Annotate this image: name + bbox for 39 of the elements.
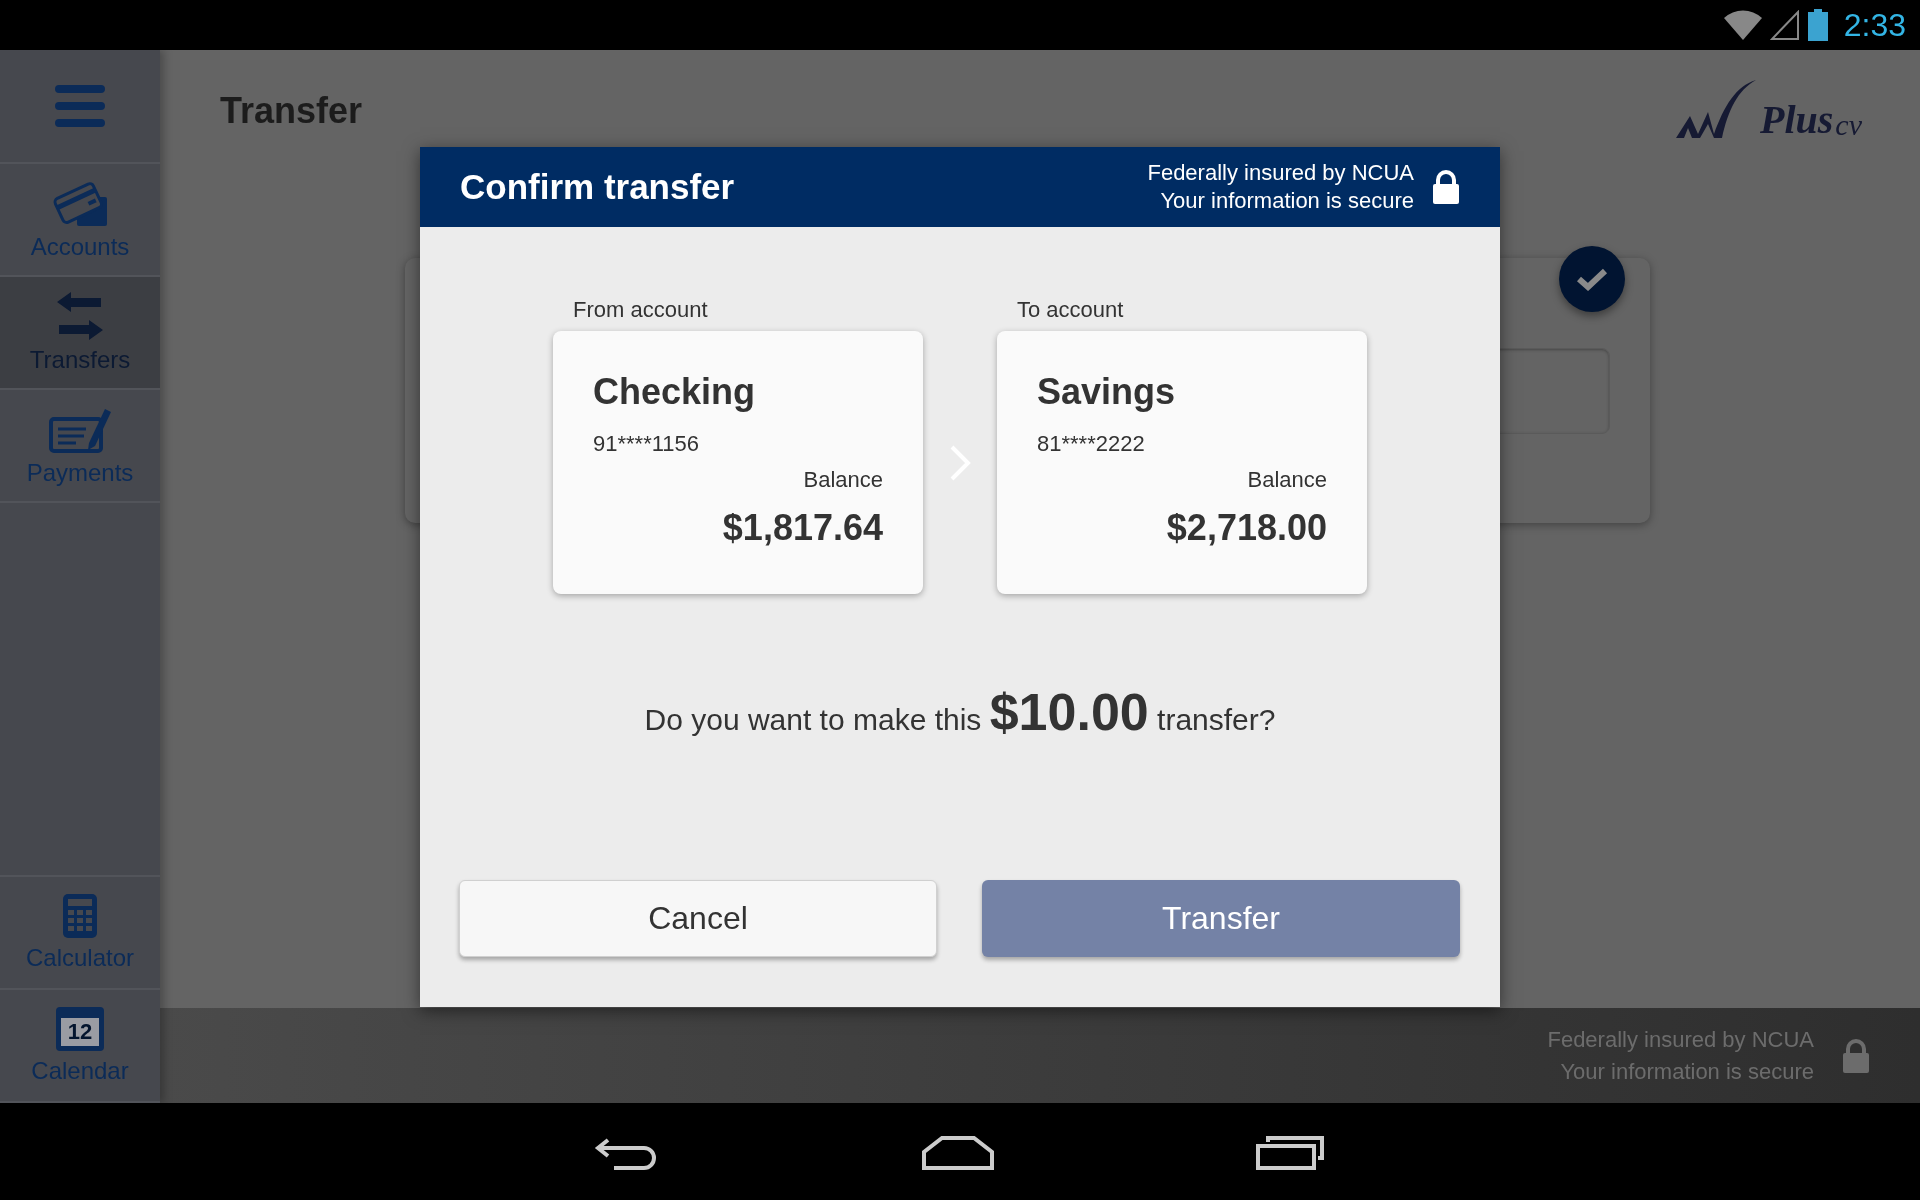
account-label: From account xyxy=(572,297,709,323)
security-note: Your information is secure xyxy=(1560,1057,1814,1086)
security-note: Your information is secure xyxy=(1160,187,1414,215)
wifi-icon xyxy=(1723,10,1762,40)
balance-amount: $1,817.64 xyxy=(722,507,883,549)
battery-icon xyxy=(1807,9,1828,41)
account-label: To account xyxy=(1016,297,1125,323)
calculator-icon xyxy=(63,893,97,938)
nav-item[interactable]: Calculator xyxy=(0,875,160,990)
logo-suffix: cv xyxy=(1835,110,1862,140)
nav-item[interactable]: Accounts xyxy=(0,164,160,277)
nav-label: Calculator xyxy=(25,943,134,972)
calendar-icon: 12 xyxy=(56,1006,104,1051)
balance-amount: $2,718.00 xyxy=(1166,507,1327,549)
security-note: Federally insured by NCUA xyxy=(1547,1025,1814,1054)
nav-label: Payments xyxy=(26,458,134,487)
page-title: Transfer xyxy=(220,90,363,132)
lock-icon xyxy=(1432,170,1460,204)
account-name: Savings xyxy=(1037,371,1177,413)
signal-icon xyxy=(1769,10,1800,40)
transfer-button[interactable]: Transfer xyxy=(982,880,1460,957)
transfer-arrows-icon xyxy=(57,291,103,340)
nav-label: Accounts xyxy=(30,232,130,261)
nav-label: Calendar xyxy=(31,1056,129,1085)
account-number: 81****2222 xyxy=(1037,431,1146,457)
check-badge xyxy=(1559,246,1625,312)
security-note: Federally insured by NCUA xyxy=(1147,159,1414,187)
confirm-question: Do you want to make this $10.00 transfer? xyxy=(643,682,1277,742)
logo-text: Plus xyxy=(1760,100,1834,140)
balance-label: Balance xyxy=(803,467,883,493)
balance-label: Balance xyxy=(1247,467,1327,493)
dialog-title: Confirm transfer xyxy=(460,167,735,207)
cancel-button[interactable]: Cancel xyxy=(459,880,937,957)
nav-item[interactable]: 12 Calendar xyxy=(0,990,160,1103)
nav-item[interactable]: Payments xyxy=(0,390,160,503)
account-name: Checking xyxy=(593,371,757,413)
clock-time: 2:33 xyxy=(1843,6,1906,44)
account-number: 91****1156 xyxy=(593,431,701,457)
lock-icon xyxy=(1842,1038,1870,1073)
